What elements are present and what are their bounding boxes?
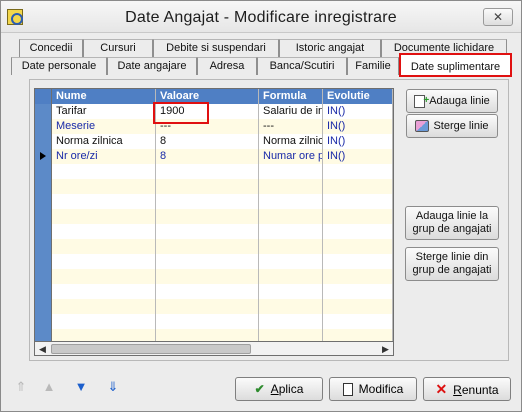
row-selector[interactable]	[35, 149, 52, 164]
column-header-nume[interactable]: Nume	[52, 89, 156, 104]
tab-banca-scutiri[interactable]: Banca/Scutiri	[257, 57, 347, 75]
scroll-right-icon[interactable]: ▶	[379, 343, 392, 355]
apply-button[interactable]: ✔ Aplica	[235, 377, 323, 401]
cell-nume[interactable]: Nr ore/zi	[52, 149, 156, 164]
empty-row	[35, 209, 393, 224]
move-up-icon[interactable]: ▲	[39, 378, 59, 398]
cell-formula[interactable]: ---	[259, 119, 323, 134]
delete-line-button[interactable]: Sterge linie	[406, 114, 498, 138]
move-last-icon[interactable]: ⇓	[103, 378, 123, 398]
add-group-label-1: Adauga linie la	[415, 210, 489, 222]
tab-cursuri[interactable]: Cursuri	[83, 39, 153, 57]
column-header-formula[interactable]: Formula	[259, 89, 323, 104]
delete-line-group-button[interactable]: Sterge linie din grup de angajati	[405, 247, 499, 281]
empty-row	[35, 314, 393, 329]
current-row-arrow-icon	[40, 152, 46, 160]
add-group-label-2: grup de angajati	[412, 223, 492, 235]
window-title: Date Angajat - Modificare inregistrare	[125, 9, 397, 26]
apply-check-icon: ✔	[254, 382, 265, 396]
cell-evolutie[interactable]: IN()	[323, 134, 393, 149]
cell-valoare[interactable]: 8	[156, 149, 259, 164]
table-row-current[interactable]: Nr ore/zi 8 Numar ore p IN()	[35, 149, 393, 164]
cell-formula[interactable]: Salariu de in	[259, 104, 323, 119]
cell-valoare[interactable]: 8	[156, 134, 259, 149]
cell-nume[interactable]: Tarifar	[52, 104, 156, 119]
close-button[interactable]: ✕	[483, 8, 513, 26]
tab-debite[interactable]: Debite si suspendari	[153, 39, 279, 57]
modify-button[interactable]: Modifica	[329, 377, 417, 401]
tab-date-angajare[interactable]: Date angajare	[107, 57, 197, 75]
tab-istoric[interactable]: Istoric angajat	[279, 39, 381, 57]
cell-valoare[interactable]: 1900	[156, 104, 259, 119]
add-line-button[interactable]: Adauga linie	[406, 89, 498, 113]
move-down-icon[interactable]: ▼	[71, 378, 91, 398]
cell-evolutie[interactable]: IN()	[323, 119, 393, 134]
horizontal-scrollbar[interactable]: ◀ ▶	[34, 341, 394, 356]
dialog-window: Date Angajat - Modificare inregistrare ✕…	[0, 0, 522, 412]
empty-row	[35, 254, 393, 269]
cell-evolutie[interactable]: IN()	[323, 104, 393, 119]
data-grid[interactable]: Nume Valoare Formula Evolutie Tarifar 19…	[34, 88, 394, 356]
delete-group-label-1: Sterge linie din	[415, 251, 489, 263]
tab-concedii[interactable]: Concedii	[19, 39, 83, 57]
row-selector[interactable]	[35, 119, 52, 134]
cell-evolutie[interactable]: IN()	[323, 149, 393, 164]
empty-row	[35, 284, 393, 299]
cancel-button[interactable]: ✕ Renunta	[423, 377, 511, 401]
tab-date-personale[interactable]: Date personale	[11, 57, 107, 75]
add-line-group-button[interactable]: Adauga linie la grup de angajati	[405, 206, 499, 240]
cell-nume[interactable]: Norma zilnica	[52, 134, 156, 149]
tab-date-suplimentare[interactable]: Date suplimentare	[399, 53, 512, 77]
grid-header-row: Nume Valoare Formula Evolutie	[35, 89, 393, 104]
scroll-left-icon[interactable]: ◀	[36, 343, 49, 355]
scroll-thumb[interactable]	[51, 344, 251, 354]
empty-row	[35, 194, 393, 209]
cell-formula[interactable]: Norma zilnic	[259, 134, 323, 149]
cell-formula[interactable]: Numar ore p	[259, 149, 323, 164]
delete-group-label-2: grup de angajati	[412, 264, 492, 276]
cancel-x-icon: ✕	[435, 381, 448, 397]
tab-familie[interactable]: Familie	[347, 57, 399, 75]
empty-row	[35, 299, 393, 314]
header-corner	[35, 89, 52, 104]
new-document-icon	[414, 90, 429, 112]
empty-row	[35, 224, 393, 239]
table-row[interactable]: Meserie --- --- IN()	[35, 119, 393, 134]
cell-valoare[interactable]: ---	[156, 119, 259, 134]
eraser-icon	[415, 120, 430, 133]
empty-row	[35, 164, 393, 179]
table-row[interactable]: Norma zilnica 8 Norma zilnic IN()	[35, 134, 393, 149]
move-first-icon[interactable]: ⇑	[11, 378, 31, 398]
tab-adresa[interactable]: Adresa	[197, 57, 257, 75]
column-header-valoare[interactable]: Valoare	[156, 89, 259, 104]
empty-row	[35, 239, 393, 254]
column-header-evolutie[interactable]: Evolutie	[323, 89, 393, 104]
table-row[interactable]: Tarifar 1900 Salariu de in IN()	[35, 104, 393, 119]
row-selector[interactable]	[35, 134, 52, 149]
tab-row-front: Date personale Date angajare Adresa Banc…	[1, 53, 521, 77]
title-bar: Date Angajat - Modificare inregistrare ✕	[1, 1, 521, 33]
row-selector[interactable]	[35, 104, 52, 119]
cell-nume[interactable]: Meserie	[52, 119, 156, 134]
document-icon	[342, 383, 353, 397]
empty-row	[35, 269, 393, 284]
empty-row	[35, 179, 393, 194]
